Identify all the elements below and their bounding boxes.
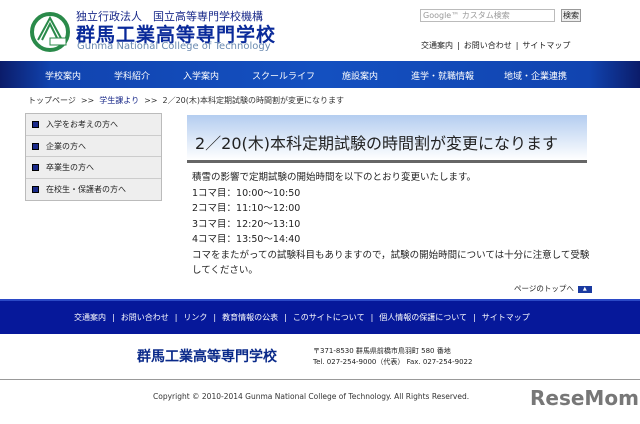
breadcrumb-category[interactable]: 学生課より <box>99 96 139 105</box>
header-link-access[interactable]: 交通案内 <box>421 41 453 50</box>
breadcrumb-current: 2／20(木)本科定期試験の時間割が変更になります <box>162 96 345 105</box>
footer-address: 〒371-8530 群馬県前橋市鳥羽町 580 番地 Tel. 027-254-9… <box>313 347 473 366</box>
footer-link[interactable]: 教育情報の公表 <box>222 313 278 322</box>
breadcrumb-top[interactable]: トップページ <box>28 96 76 105</box>
breadcrumb: トップページ >> 学生課より >> 2／20(木)本科定期試験の時間割が変更になります <box>28 96 345 105</box>
main-nav: 学校案内 学科紹介 入学案内 スクールライフ 施設案内 進学・就職情報 地域・企… <box>0 61 640 88</box>
page-top-link[interactable]: ページのトップへ ▲ <box>514 283 592 294</box>
body-line: 積雪の影響で定期試験の開始時間を以下のとおり変更いたします。 <box>192 172 477 183</box>
footer-link[interactable]: お問い合わせ <box>121 313 169 322</box>
square-bullet-icon <box>32 164 39 171</box>
resemom-watermark: ReseMom <box>530 386 639 410</box>
nav-item[interactable]: 入学案内 <box>183 69 219 82</box>
body-line: 4コマ目：13:50～14:40 <box>192 234 301 245</box>
footer-link[interactable]: このサイトについて <box>293 313 365 322</box>
square-bullet-icon <box>32 142 39 150</box>
article-title-box: 2／20(木)本科定期試験の時間割が変更になります <box>187 115 587 163</box>
sidebar-item[interactable]: 卒業生の方へ <box>26 157 161 179</box>
header-link-sitemap[interactable]: サイトマップ <box>522 41 570 50</box>
nav-item[interactable]: 学校案内 <box>45 69 81 82</box>
body-line: 1コマ目：10:00～10:50 <box>192 187 301 199</box>
nav-item[interactable]: スクールライフ <box>252 69 315 82</box>
footer-link[interactable]: 個人情報の保護について <box>379 313 467 322</box>
copyright: Copyright © 2010-2014 Gunma National Col… <box>153 392 470 401</box>
sidebar: 入学をお考えの方へ 企業の方へ 卒業生の方へ 在校生・保護者の方へ <box>25 113 162 201</box>
search-button[interactable]: 検索 <box>561 9 581 22</box>
sidebar-item[interactable]: 在校生・保護者の方へ <box>26 178 161 200</box>
school-english-name: Gunma National College of Technology <box>77 41 271 52</box>
body-line: 2コマ目：11:10～12:00 <box>192 203 301 214</box>
nav-item[interactable]: 進学・就職情報 <box>411 69 474 82</box>
body-line: コマをまたがっての試験科目もありますので，試験の開始時間については十分に注意して… <box>192 249 590 277</box>
nav-item[interactable]: 施設案内 <box>342 69 378 82</box>
school-logo-icon[interactable] <box>28 10 73 52</box>
body-line: 3コマ目：12:20～13:10 <box>192 218 301 230</box>
article-body: 積雪の影響で定期試験の開始時間を以下のとおり変更いたします。 1コマ目：10:0… <box>192 170 592 279</box>
sidebar-item[interactable]: 入学をお考えの方へ <box>26 114 161 136</box>
arrow-up-icon: ▲ <box>577 285 592 293</box>
page-title: 2／20(木)本科定期試験の時間割が変更になります <box>195 134 559 153</box>
footer-link[interactable]: サイトマップ <box>482 313 530 322</box>
nav-item[interactable]: 地域・企業連携 <box>504 69 567 82</box>
square-bullet-icon <box>32 185 39 193</box>
sidebar-item[interactable]: 企業の方へ <box>26 135 161 157</box>
header-links: 交通案内 | お問い合わせ | サイトマップ <box>421 41 571 50</box>
square-bullet-icon <box>32 121 39 128</box>
nav-item[interactable]: 学科紹介 <box>114 69 150 82</box>
divider <box>0 379 640 380</box>
footer-school-name: 群馬工業高等専門学校 <box>137 349 277 365</box>
footer-link[interactable]: リンク <box>183 313 207 322</box>
footer-nav: 交通案内 | お問い合わせ | リンク | 教育情報の公表 | このサイトについて | 個人情報の保… <box>0 299 640 334</box>
header-link-contact[interactable]: お問い合わせ <box>464 41 512 50</box>
search-input[interactable]: Google™ カスタム検索 <box>420 9 555 22</box>
footer-link[interactable]: 交通案内 <box>74 313 106 322</box>
